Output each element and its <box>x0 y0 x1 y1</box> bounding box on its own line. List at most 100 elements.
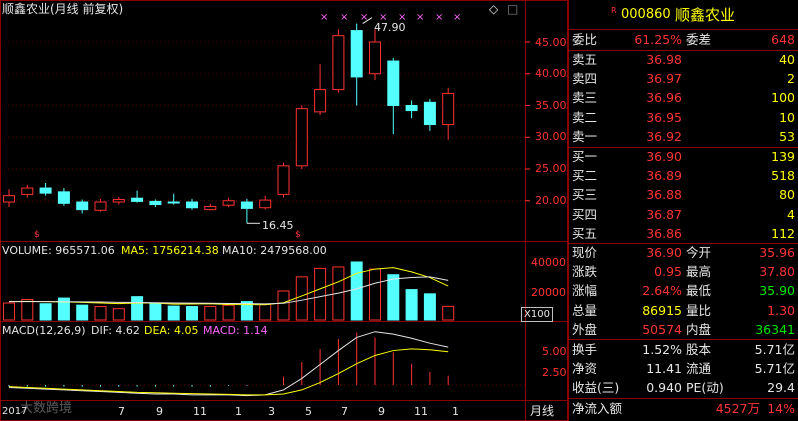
volume-bar <box>295 276 308 321</box>
signal-marker: × <box>416 12 425 23</box>
volume-tick-40000: 40000 <box>531 256 566 269</box>
stat-value: 5.71亿 <box>754 361 795 377</box>
volume-bar <box>405 289 418 321</box>
ask-price[interactable]: 36.95 <box>646 109 682 127</box>
volume-bar <box>259 303 272 321</box>
time-axis-label: 9 <box>378 405 385 418</box>
candle-body <box>57 191 70 204</box>
ask-level-row: 卖二 36.95 10 <box>569 109 798 127</box>
stat-label: 收益(三) <box>572 380 620 396</box>
square-toggle-icon[interactable]: □ <box>507 3 518 16</box>
weicha-label: 委差 <box>686 32 712 47</box>
macd-label: MACD(12,26,9) <box>2 324 86 337</box>
price-tick-20: 20.00 <box>535 194 567 207</box>
volume-bar <box>442 305 455 321</box>
macd-tick-2.5: 2.50 <box>542 366 567 379</box>
macd-value-label: MACD: 1.14 <box>203 324 268 337</box>
bid-volume: 80 <box>779 187 795 203</box>
time-axis-label: 9 <box>156 405 163 418</box>
period-selector[interactable]: 月线 <box>530 405 554 418</box>
netflow-pct: 14% <box>767 401 795 416</box>
candle-body <box>222 200 235 206</box>
volume-unit-badge[interactable]: X100 <box>521 307 553 322</box>
macd-dea-label: DEA: 4.05 <box>144 324 199 337</box>
ask-volume: 10 <box>779 109 795 125</box>
bid-price[interactable]: 36.89 <box>646 167 682 185</box>
candle-body <box>167 201 180 204</box>
volume-ma5-line <box>8 267 449 306</box>
ask-price[interactable]: 36.96 <box>646 89 682 107</box>
price-tick-30: 30.00 <box>535 130 567 143</box>
stock-code[interactable]: 000860 <box>621 6 671 24</box>
time-axis-label: 7 <box>118 405 125 418</box>
bid-level-row: 买四 36.87 4 <box>569 206 798 224</box>
price-tick-35: 35.00 <box>535 99 567 112</box>
bid-volume: 4 <box>787 206 795 222</box>
candle-body <box>259 199 272 209</box>
stat-label: 现价 <box>572 245 598 260</box>
netflow-label: 净流入额 <box>572 401 623 416</box>
bid-level-label: 买三 <box>572 187 598 203</box>
volume-bar <box>149 302 162 321</box>
kline-chart-area[interactable]: 顺鑫农业(月线 前复权) ◇ □ 45.00 40.00 35.00 30.00… <box>0 0 568 421</box>
weicha-value: 648 <box>771 32 795 47</box>
candle-body <box>76 201 89 211</box>
ask-price[interactable]: 36.98 <box>646 51 682 69</box>
price-tick-25: 25.00 <box>535 162 567 175</box>
signal-marker: × <box>435 12 444 23</box>
weibi-value: 61.25% <box>634 32 682 47</box>
kline-chart-canvas[interactable] <box>0 0 568 421</box>
stat-value: 2.64% <box>642 283 682 299</box>
bid-price[interactable]: 36.88 <box>646 186 682 204</box>
volume-bar <box>369 268 381 321</box>
candle-body <box>332 35 345 91</box>
volume-bar <box>350 261 363 321</box>
volume-bar <box>314 267 327 321</box>
stat-label: 流通 <box>686 361 712 377</box>
candle-body <box>112 198 125 203</box>
signal-marker: × <box>320 12 329 23</box>
chart-title: 顺鑫农业(月线 前复权) <box>2 2 124 16</box>
candle-body <box>94 201 107 211</box>
stat-value: 86915 <box>642 302 682 318</box>
candle-body <box>21 187 34 195</box>
r-badge: R <box>611 6 617 15</box>
candle-body <box>387 60 400 106</box>
volume-bar <box>387 274 400 321</box>
stat-label: 内盘 <box>686 321 712 337</box>
stat-label: 今开 <box>686 245 712 260</box>
bid-level-label: 买四 <box>572 206 598 222</box>
volume-bar <box>131 296 144 321</box>
bid-level-label: 买二 <box>572 168 598 184</box>
volume-bar <box>277 290 290 321</box>
volume-bar <box>167 305 180 321</box>
quote-stat-row: 涨跌 0.95 最高 37.80 <box>569 263 798 281</box>
candle-body <box>405 105 418 112</box>
volume-bar <box>39 303 52 321</box>
bid-level-label: 买五 <box>572 225 598 241</box>
bid-price[interactable]: 36.86 <box>646 225 682 243</box>
low-price-annotation: 16.45 <box>262 219 294 232</box>
macd-dif-line <box>8 331 449 397</box>
stat-label: 净资 <box>572 361 598 377</box>
candle-body <box>295 108 308 167</box>
time-axis-label: 1 <box>452 405 459 418</box>
ask-level-row: 卖一 36.92 53 <box>569 128 798 146</box>
bid-volume: 518 <box>771 168 795 184</box>
bid-price[interactable]: 36.90 <box>646 148 682 166</box>
volume-bar <box>222 304 235 321</box>
diamond-toggle-icon[interactable]: ◇ <box>489 3 498 16</box>
stat-label: 外盘 <box>572 321 598 337</box>
bid-price[interactable]: 36.87 <box>646 206 682 224</box>
stat-value: 11.41 <box>646 361 682 377</box>
ask-price[interactable]: 36.92 <box>646 128 682 146</box>
volume-bar <box>3 302 15 321</box>
stat-label: 最低 <box>686 283 712 299</box>
macd-tick-5: 5.00 <box>542 345 567 358</box>
volume-bar <box>423 293 436 321</box>
stock-name[interactable]: 顺鑫农业 <box>675 6 735 24</box>
ask-price[interactable]: 36.97 <box>646 70 682 88</box>
volume-bar <box>94 306 107 321</box>
volume-label: VOLUME: 965571.06 <box>2 244 115 257</box>
stat-value: 1.30 <box>767 302 795 318</box>
